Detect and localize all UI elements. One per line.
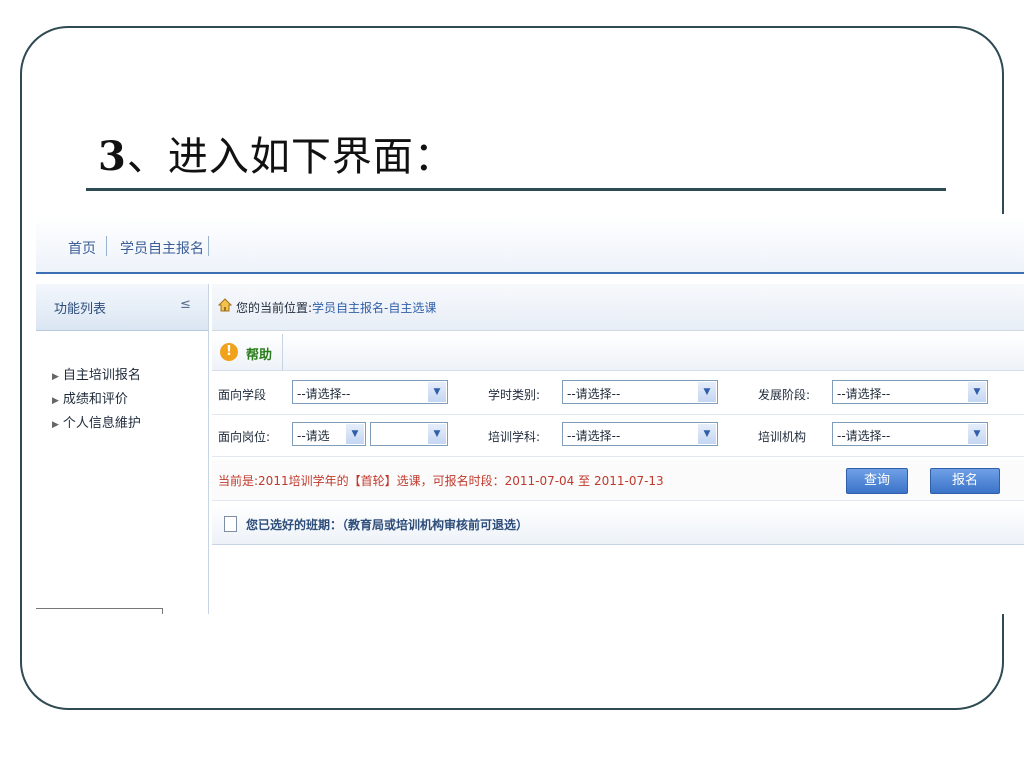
position-label: 面向岗位:: [218, 430, 271, 444]
sidebar-title: 功能列表: [54, 302, 107, 317]
location-label: 您的当前位置:: [236, 301, 313, 315]
enrollment-notice-row: 当前是:2011培训学年的【首轮】选课，可报名时段：2011-07-04 至 2…: [212, 460, 1024, 501]
sidebar-item-self-training-registration[interactable]: ▶ 自主培训报名: [52, 364, 141, 383]
level-select[interactable]: --请选择-- ▼: [292, 380, 448, 404]
chevron-down-icon[interactable]: ▼: [428, 424, 446, 444]
selected-classes-title: 您已选好的班期：（教育局或培训机构审核前可退选）: [246, 518, 529, 532]
double-chevron-down-icon[interactable]: ≤: [180, 297, 191, 312]
chevron-down-icon[interactable]: ▼: [698, 424, 716, 444]
hour-type-select[interactable]: --请选择-- ▼: [562, 380, 718, 404]
chevron-down-icon[interactable]: ▼: [428, 382, 446, 402]
sidebar-header[interactable]: 功能列表 ≤: [36, 284, 208, 331]
chevron-down-icon[interactable]: ▼: [968, 424, 986, 444]
slide-title: 3、进入如下界面：: [98, 133, 455, 180]
tab-home[interactable]: 首页: [68, 238, 96, 258]
institution-label: 培训机构: [758, 430, 807, 444]
enrollment-notice: 当前是:2011培训学年的【首轮】选课，可报名时段：2011-07-04 至 2…: [218, 474, 664, 488]
sidebar-item-personal-info[interactable]: ▶ 个人信息維护: [52, 412, 141, 431]
position-subselect[interactable]: ▼: [370, 422, 448, 446]
sidebar: 功能列表 ≤ ▶ 自主培训报名 ▶ 成绩和评价 ▶ 个人信息維护: [36, 284, 209, 614]
document-icon: [224, 516, 237, 532]
caret-right-icon: ▶: [52, 372, 59, 382]
caret-right-icon: ▶: [52, 420, 59, 430]
chevron-down-icon[interactable]: ▼: [698, 382, 716, 402]
sidebar-item-grades[interactable]: ▶ 成绩和评价: [52, 388, 128, 407]
breadcrumb[interactable]: 学员自主报名-自主选课: [312, 299, 436, 316]
help-link[interactable]: 帮助: [246, 344, 272, 363]
query-button[interactable]: 查询: [846, 468, 908, 494]
position-select[interactable]: --请选 ▼: [292, 422, 366, 446]
hour-type-label: 学时类别:: [488, 388, 541, 402]
caret-right-icon: ▶: [52, 396, 59, 406]
top-navigation: 首页 学员自主报名: [36, 214, 1024, 274]
nav-divider: [106, 236, 107, 256]
stage-label: 发展阶段:: [758, 388, 811, 402]
filter-row-2: 面向岗位: --请选 ▼ ▼ 培训学科: --请选择-- ▼ 培训机构 --请选…: [212, 416, 1024, 457]
selected-classes-header: 您已选好的班期：（教育局或培训机构审核前可退选）: [212, 504, 1024, 545]
subject-select[interactable]: --请选择-- ▼: [562, 422, 718, 446]
main-panel: 您的当前位置: 学员自主报名-自主选课 ! 帮助 面向学段 --请选择-- ▼ …: [212, 284, 1024, 614]
tab-self-registration[interactable]: 学员自主报名: [120, 238, 204, 258]
sidebar-footer-edge: [36, 608, 163, 614]
chevron-down-icon[interactable]: ▼: [968, 382, 986, 402]
level-label: 面向学段: [218, 388, 267, 402]
institution-select[interactable]: --请选择-- ▼: [832, 422, 988, 446]
title-underline: [86, 188, 946, 191]
help-bar: ! 帮助: [212, 334, 1024, 371]
home-icon[interactable]: [218, 298, 232, 312]
subject-label: 培训学科:: [488, 430, 541, 444]
divider: [282, 334, 283, 370]
register-button[interactable]: 报名: [930, 468, 1000, 494]
filter-row-1: 面向学段 --请选择-- ▼ 学时类别: --请选择-- ▼ 发展阶段: --请…: [212, 374, 1024, 415]
chevron-down-icon[interactable]: ▼: [346, 424, 364, 444]
warning-icon: !: [220, 343, 238, 361]
embedded-screenshot: 首页 学员自主报名 功能列表 ≤ ▶ 自主培训报名 ▶ 成绩和评价 ▶ 个人信息維护 …: [36, 214, 1024, 614]
nav-divider: [208, 236, 209, 256]
location-bar: 您的当前位置: 学员自主报名-自主选课: [212, 284, 1024, 331]
stage-select[interactable]: --请选择-- ▼: [832, 380, 988, 404]
